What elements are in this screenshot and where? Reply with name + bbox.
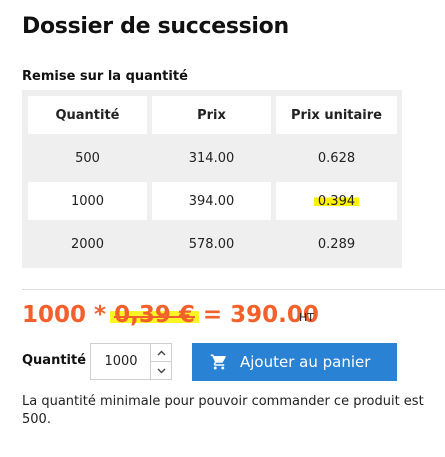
column-header-quantity: Quantité (28, 96, 147, 134)
quantity-label: Quantité (22, 353, 87, 368)
discount-table: Quantité Prix Prix unitaire 500 314.00 0… (22, 90, 402, 268)
highlighted-unit-price: 0.394 (313, 193, 360, 209)
table-cell-price: 578.00 (188, 236, 235, 252)
section-divider (22, 289, 445, 290)
chevron-down-icon (157, 368, 165, 373)
decrement-button[interactable] (151, 362, 171, 379)
table-cell-unit-price: 0.628 (317, 150, 356, 166)
product-title: Dossier de succession (22, 14, 289, 39)
add-to-cart-button[interactable]: Ajouter au panier (192, 343, 397, 381)
stepper-controls (150, 344, 171, 379)
table-cell-price: 314.00 (188, 150, 235, 166)
table-cell-quantity: 1000 (28, 182, 147, 220)
column-header-price: Prix (152, 96, 271, 134)
price-quantity: 1000 (22, 302, 87, 328)
tax-label: HT (299, 311, 314, 324)
table-cell-unit-price: 0.394 (276, 182, 397, 220)
price-calculation: 1000 * 0,39 € = 390.00 (22, 302, 319, 328)
table-cell-quantity: 500 (75, 150, 100, 166)
table-cell-unit-price: 0.289 (317, 236, 356, 252)
shopping-cart-icon (210, 353, 228, 371)
column-header-unit-price: Prix unitaire (276, 96, 397, 134)
price-equals-sign: = (202, 302, 223, 328)
add-to-cart-label: Ajouter au panier (240, 353, 371, 371)
quantity-stepper (90, 343, 172, 380)
old-unit-price: 0,39 € (114, 302, 195, 328)
quantity-input[interactable] (91, 344, 151, 379)
minimum-quantity-notice: La quantité minimale pour pouvoir comman… (22, 394, 424, 427)
table-cell-quantity: 2000 (70, 236, 105, 252)
discount-heading: Remise sur la quantité (22, 69, 188, 84)
increment-button[interactable] (151, 344, 171, 362)
chevron-up-icon (157, 350, 165, 355)
table-cell-price: 394.00 (152, 182, 271, 220)
price-multiply-sign: * (94, 302, 107, 328)
